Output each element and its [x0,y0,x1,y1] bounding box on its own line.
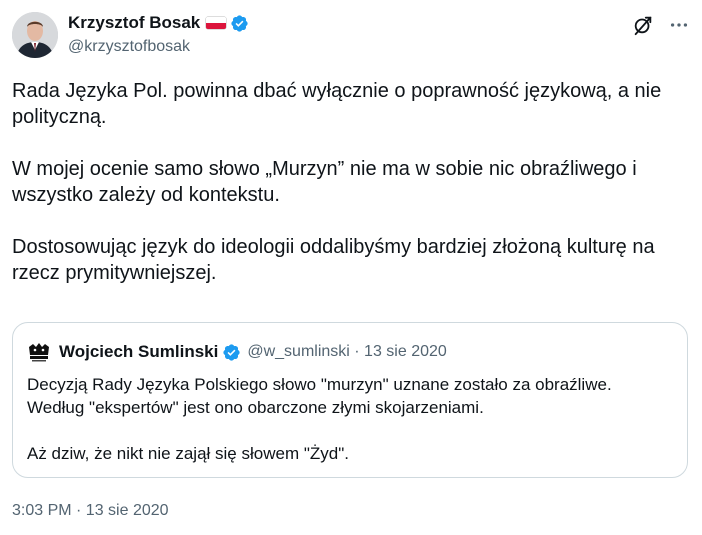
quoted-tweet-text: Decyzją Rady Języka Polskiego słowo "mur… [27,373,677,465]
author-block: Krzysztof Bosak @krzysztofbosak [68,12,249,56]
quoted-profile-logo [27,340,51,364]
poland-flag [206,17,227,29]
author-name[interactable]: Krzysztof Bosak [68,13,200,33]
more-icon[interactable] [668,14,690,36]
quoted-tweet[interactable]: Wojciech Sumlinski @w_sumlinski · 13 sie… [12,322,688,478]
profile-photo [12,12,58,58]
top-actions [632,14,690,36]
tweet-text: Rada Języka Pol. powinna dbać wyłącznie … [12,78,692,286]
tweet-timestamp[interactable]: 3:03 PM · 13 sie 2020 [12,502,169,520]
tweet-paragraph: Dostosowując język do ideologii oddaliby… [12,236,655,284]
quoted-handle-date: @w_sumlinski · 13 sie 2020 [247,343,447,360]
quoted-line: Decyzją Rady Języka Polskiego słowo "mur… [27,375,612,394]
quoted-avatar [27,340,51,364]
tweet-paragraph: Rada Języka Pol. powinna dbać wyłącznie … [12,80,662,128]
author-handle[interactable]: @krzysztofbosak [68,38,249,56]
quoted-author-name[interactable]: Wojciech Sumlinski [59,342,218,362]
verified-badge-icon [231,14,248,32]
verified-badge-icon [223,343,240,361]
grok-icon[interactable] [632,14,654,36]
avatar[interactable] [12,12,58,58]
quoted-line: Aż dziw, że nikt nie zajął się słowem "Ż… [27,444,349,463]
quoted-line: Według "ekspertów" jest ono obarczone zł… [27,398,484,417]
quoted-tweet-header: Wojciech Sumlinski @w_sumlinski · 13 sie… [27,340,447,364]
tweet-paragraph: W mojej ocenie samo słowo „Murzyn” nie m… [12,158,637,206]
